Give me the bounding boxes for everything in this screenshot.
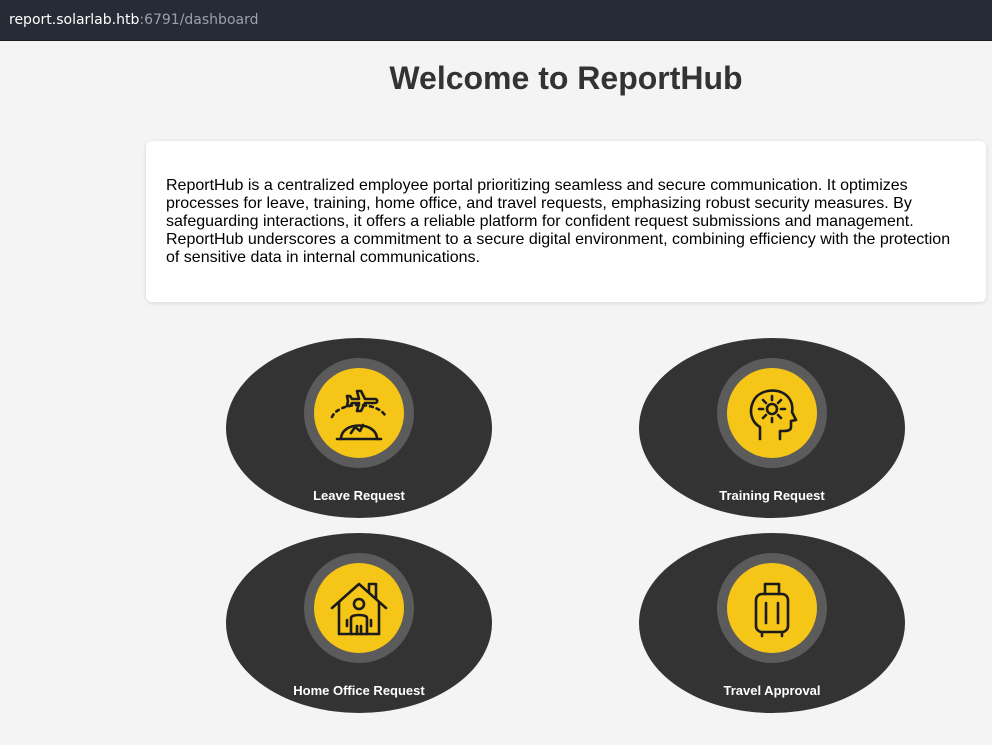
leave-request-icon-ring (304, 358, 414, 468)
training-request-icon-ring (717, 358, 827, 468)
page-title: Welcome to ReportHub (389, 60, 743, 96)
airplane-globe-icon (314, 368, 404, 458)
travel-approval-label: Travel Approval (723, 683, 821, 698)
intro-text: ReportHub is a centralized employee port… (166, 177, 951, 266)
head-gear-icon (727, 368, 817, 458)
travel-approval-tile[interactable]: Travel Approval (639, 533, 905, 713)
leave-request-tile[interactable]: Leave Request (226, 338, 492, 518)
home-office-request-tile[interactable]: Home Office Request (226, 533, 492, 713)
travel-approval-icon-ring (717, 553, 827, 663)
luggage-icon (727, 563, 817, 653)
intro-card: ReportHub is a centralized employee port… (146, 141, 986, 302)
training-request-tile[interactable]: Training Request (639, 338, 905, 518)
house-person-icon (314, 563, 404, 653)
leave-request-label: Leave Request (313, 488, 405, 503)
home-office-request-icon-ring (304, 553, 414, 663)
url-path: :6791/dashboard (139, 12, 259, 28)
training-request-label: Training Request (719, 488, 825, 503)
url-host: report.solarlab.htb (9, 12, 140, 28)
home-office-request-label: Home Office Request (293, 683, 425, 698)
browser-url-bar[interactable]: report.solarlab.htb:6791/dashboard (0, 0, 992, 41)
